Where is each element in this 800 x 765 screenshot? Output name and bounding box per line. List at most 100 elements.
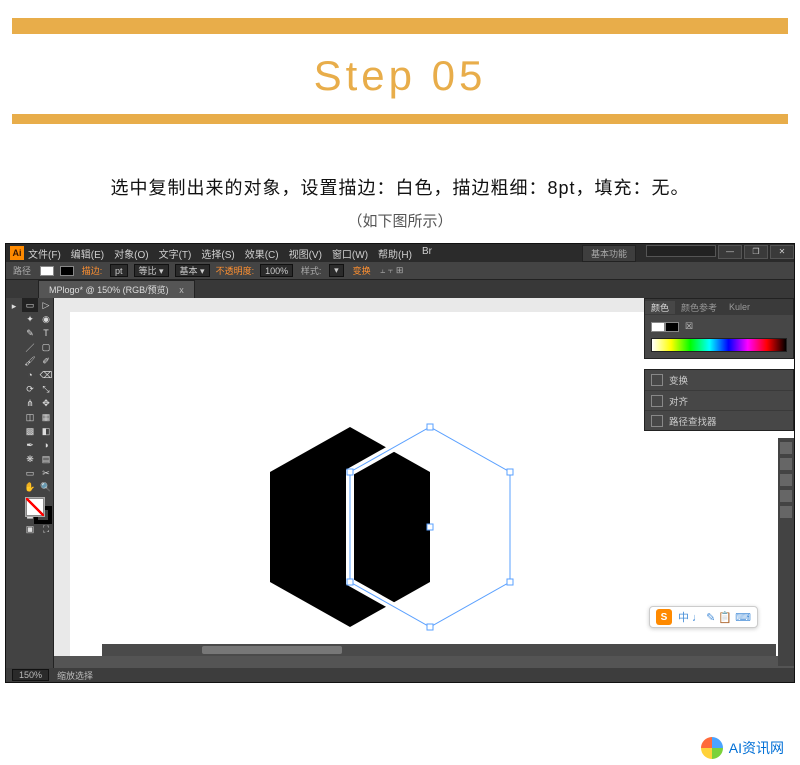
watermark-logo-icon — [701, 737, 723, 759]
document-tab[interactable]: MPlogo* @ 150% (RGB/预览) x — [38, 280, 195, 298]
menu-effect[interactable]: 效果(C) — [245, 246, 279, 261]
pathfinder-row[interactable]: 路径查找器 — [645, 410, 793, 430]
opt-opacity-value[interactable]: 100% — [260, 264, 293, 277]
scale-tool-icon[interactable]: ⤡ — [38, 382, 54, 396]
shape-builder-tool-icon[interactable]: ◫ — [22, 410, 38, 424]
opt-stroke-weight[interactable]: pt — [110, 264, 128, 277]
dock-panel-icon[interactable] — [780, 442, 792, 454]
menu-type[interactable]: 文字(T) — [159, 246, 192, 261]
zoom-tool-icon[interactable]: 🔍 — [38, 480, 54, 494]
menu-file[interactable]: 文件(F) — [28, 246, 61, 261]
opt-fill-swatch[interactable] — [40, 266, 54, 276]
mesh-tool-icon[interactable]: ▩ — [22, 424, 38, 438]
status-info: 缩放选择 — [57, 669, 93, 682]
window-maximize-button[interactable]: ❐ — [744, 245, 768, 259]
color-panel[interactable]: 颜色 颜色参考 Kuler ☒ — [644, 298, 794, 359]
artboard-tool-icon[interactable]: ▭ — [22, 466, 38, 480]
opt-stroke-label: 描边: — [80, 264, 104, 277]
pencil-tool-icon[interactable]: ✐ — [38, 354, 54, 368]
slice-tool-icon[interactable]: ✂ — [38, 466, 54, 480]
ime-toolbar[interactable]: S 中 ♩ ✎ 📋 ⌨ — [649, 606, 758, 628]
opt-style2-value[interactable]: ▾ — [329, 264, 344, 277]
hand-tool-icon[interactable]: ✋ — [22, 480, 38, 494]
workspace-switcher[interactable]: 基本功能 — [582, 245, 636, 262]
menu-select[interactable]: 选择(S) — [201, 246, 234, 261]
opt-opacity-label: 不透明度: — [216, 264, 255, 277]
titlebar: Ai 文件(F) 编辑(E) 对象(O) 文字(T) 选择(S) 效果(C) 视… — [6, 244, 794, 262]
width-tool-icon[interactable]: ⋔ — [22, 396, 38, 410]
status-bar: 150% 缩放选择 — [6, 668, 794, 682]
toolbox: ▭ ▷ ✦ ◉ ✎ T ／ ▢ 🖌 ✐ ◔ ⌫ ⟳ ⤡ ⋔ ✥ ◫ ▦ ▩ ◧ … — [22, 298, 54, 670]
color-none-icon[interactable]: ☒ — [685, 321, 693, 332]
opt-style2-label: 样式: — [299, 264, 323, 277]
eyedropper-tool-icon[interactable]: ✒ — [22, 438, 38, 452]
type-tool-icon[interactable]: T — [38, 326, 54, 340]
blend-tool-icon[interactable]: ◑ — [38, 438, 54, 452]
watermark-right: AI资讯网 — [701, 737, 784, 759]
align-icon — [651, 395, 663, 407]
selection-tool-icon[interactable]: ▭ — [22, 298, 38, 312]
fill-none-swatch-icon[interactable] — [26, 498, 44, 516]
window-close-button[interactable]: ✕ — [770, 245, 794, 259]
menu-edit[interactable]: 编辑(E) — [71, 246, 104, 261]
rectangle-tool-icon[interactable]: ▢ — [38, 340, 54, 354]
ime-logo-icon: S — [656, 609, 672, 625]
document-tab-close-icon[interactable]: x — [179, 285, 184, 295]
opt-stroke-swatch[interactable] — [60, 266, 74, 276]
symbol-sprayer-tool-icon[interactable]: ❋ — [22, 452, 38, 466]
right-panels-stack: 颜色 颜色参考 Kuler ☒ 变换 对齐 — [644, 298, 794, 431]
dock-panel-icon[interactable] — [780, 458, 792, 470]
eraser-tool-icon[interactable]: ⌫ — [38, 368, 54, 382]
document-tabs-row: MPlogo* @ 150% (RGB/预览) x — [6, 280, 794, 298]
dock-panel-icon[interactable] — [780, 506, 792, 518]
color-guide-tab[interactable]: 颜色参考 — [675, 301, 723, 314]
pathfinder-icon — [651, 415, 663, 427]
horizontal-scrollbar[interactable] — [102, 644, 776, 656]
opt-transform-label[interactable]: 变换 — [350, 264, 374, 277]
opt-brush-def[interactable]: 等比 ▾ — [134, 264, 169, 277]
window-minimize-button[interactable]: — — [718, 245, 742, 259]
magic-wand-tool-icon[interactable]: ✦ — [22, 312, 38, 326]
illustrator-window: Ai 文件(F) 编辑(E) 对象(O) 文字(T) 选择(S) 效果(C) 视… — [5, 243, 795, 683]
free-transform-tool-icon[interactable]: ✥ — [38, 396, 54, 410]
ruler-vertical — [54, 298, 70, 656]
menu-window[interactable]: 窗口(W) — [332, 246, 368, 261]
color-tab[interactable]: 颜色 — [645, 301, 675, 314]
align-row[interactable]: 对齐 — [645, 390, 793, 410]
menu-view[interactable]: 视图(V) — [289, 246, 322, 261]
kuler-tab[interactable]: Kuler — [723, 302, 756, 312]
menubar: 文件(F) 编辑(E) 对象(O) 文字(T) 选择(S) 效果(C) 视图(V… — [28, 246, 582, 261]
ime-indicator-icons[interactable]: 中 ♩ ✎ 📋 ⌨ — [678, 609, 751, 625]
pen-tool-icon[interactable]: ✎ — [22, 326, 38, 340]
zoom-level[interactable]: 150% — [12, 669, 49, 681]
direct-selection-tool-icon[interactable]: ▷ — [38, 298, 54, 312]
opt-align-icons[interactable]: ⫠ ⫟ ⊞ — [380, 265, 404, 276]
toolbox-collapse-arrow-icon[interactable]: ▸ — [7, 300, 21, 313]
color-panel-fill-swatch[interactable] — [651, 322, 665, 332]
menu-object[interactable]: 对象(O) — [114, 246, 148, 261]
dock-panel-icon[interactable] — [780, 474, 792, 486]
blob-brush-tool-icon[interactable]: ◔ — [22, 368, 38, 382]
opt-style-def[interactable]: 基本 ▾ — [175, 264, 210, 277]
fill-stroke-indicator[interactable] — [22, 494, 54, 530]
properties-panel[interactable]: 变换 对齐 路径查找器 — [644, 369, 794, 431]
options-bar: 路径 描边: pt 等比 ▾ 基本 ▾ 不透明度: 100% 样式: ▾ 变换 … — [6, 262, 794, 280]
rotate-tool-icon[interactable]: ⟳ — [22, 382, 38, 396]
perspective-tool-icon[interactable]: ▦ — [38, 410, 54, 424]
dock-panel-icon[interactable] — [780, 490, 792, 502]
title-right-controls: 基本功能 — ❐ ✕ — [582, 245, 794, 262]
paintbrush-tool-icon[interactable]: 🖌 — [22, 354, 38, 368]
color-panel-stroke-swatch[interactable] — [665, 322, 679, 332]
toolbox-collapse-col: ▸ — [6, 298, 22, 670]
lasso-tool-icon[interactable]: ◉ — [38, 312, 54, 326]
menu-help[interactable]: 帮助(H) — [378, 246, 412, 261]
transform-icon — [651, 374, 663, 386]
line-tool-icon[interactable]: ／ — [22, 340, 38, 354]
gradient-tool-icon[interactable]: ◧ — [38, 424, 54, 438]
graph-tool-icon[interactable]: ▤ — [38, 452, 54, 466]
color-spectrum-ramp[interactable] — [651, 338, 787, 352]
transform-row[interactable]: 变换 — [645, 370, 793, 390]
help-search-input[interactable] — [646, 245, 716, 257]
canvas-area[interactable]: 颜色 颜色参考 Kuler ☒ 变换 对齐 — [54, 298, 794, 670]
menu-bridge[interactable]: Br — [422, 246, 432, 261]
